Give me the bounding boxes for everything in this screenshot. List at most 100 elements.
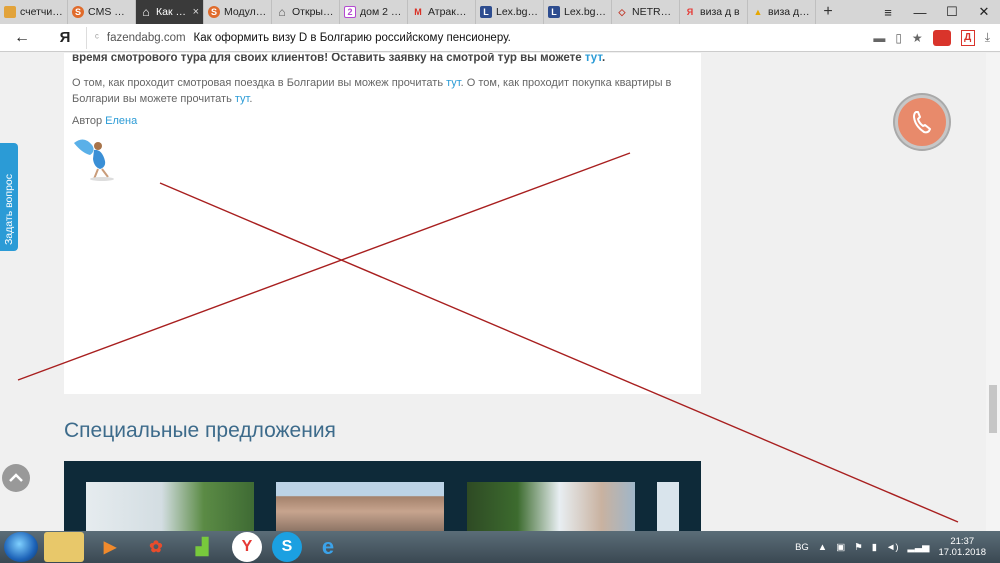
flag-icon[interactable]: ⚑ <box>854 542 863 553</box>
tray-expand-icon[interactable]: ▲ <box>818 542 827 553</box>
tab-label: NETROX <box>632 6 675 18</box>
tab-0[interactable]: счетчик – <box>0 0 68 24</box>
extension-d-icon[interactable]: Д <box>960 29 975 46</box>
lead-end: . <box>601 53 606 64</box>
author-line: Автор Елена <box>72 115 693 127</box>
scrollbar-thumb[interactable] <box>989 385 997 433</box>
chevron-up-icon <box>9 473 23 482</box>
tab-label: Открытие <box>292 6 335 18</box>
volume-icon[interactable]: ◄) <box>886 542 899 553</box>
lead-text: время смотрового тура для своих клиентов… <box>72 53 585 64</box>
tab-label: Модуль с <box>224 6 267 18</box>
comment-icon[interactable]: ▬ <box>873 31 885 45</box>
file-explorer-icon[interactable] <box>44 532 84 562</box>
skype-icon[interactable]: S <box>272 532 302 562</box>
close-window-icon[interactable]: ✕ <box>968 0 1000 24</box>
lead-paragraph: время смотрового тура для своих клиентов… <box>72 53 693 67</box>
clock[interactable]: 21:37 17.01.2018 <box>938 536 986 558</box>
lock-icon[interactable]: ▯ <box>895 31 902 45</box>
extension-red-icon[interactable] <box>932 29 951 46</box>
offer-card-2[interactable] <box>276 482 444 531</box>
tab-3[interactable]: S Модуль с <box>204 0 272 24</box>
tab-label: виза д в <box>700 6 740 18</box>
tab-label: Как оф <box>156 6 189 18</box>
tab-label: счетчик – <box>20 6 63 18</box>
author-avatar <box>74 139 114 181</box>
author-label: Автор <box>72 115 106 127</box>
phone-icon <box>913 111 931 134</box>
offer-card-4-partial[interactable] <box>657 482 679 531</box>
offer-card-3[interactable] <box>467 482 635 531</box>
ask-question-label: Задать вопрос <box>3 173 15 245</box>
para-link-1[interactable]: тут <box>446 77 460 89</box>
back-button[interactable]: ← <box>0 29 44 47</box>
s-logo-icon: S <box>72 6 84 18</box>
minimize-icon[interactable]: — <box>904 0 936 24</box>
two-badge-icon: 2 <box>344 6 356 18</box>
tab-label: дом 2 свс <box>360 6 403 18</box>
tab-4[interactable]: ⌂ Открытие <box>272 0 340 24</box>
browser-menu-icon[interactable]: ≡ <box>872 0 904 24</box>
system-tray: BG ▲ ▣ ⚑ ▮ ◄) ▂▃▅ 21:37 17.01.2018 <box>795 536 1000 558</box>
ask-question-tab[interactable]: Задать вопрос <box>0 143 18 251</box>
tab-9[interactable]: ◇ NETROX <box>612 0 680 24</box>
tab-8[interactable]: L Lex.bg - З <box>544 0 612 24</box>
clock-date: 17.01.2018 <box>938 547 986 558</box>
reload-icon[interactable]: ᶜ <box>95 32 99 44</box>
tab-1[interactable]: S CMS Sitel <box>68 0 136 24</box>
special-offers-carousel <box>64 461 701 531</box>
offer-card-1[interactable] <box>86 482 254 531</box>
article-card: время смотрового тура для своих клиентов… <box>64 53 701 394</box>
image-icon: ▲ <box>753 7 763 17</box>
start-button[interactable] <box>4 532 38 562</box>
new-tab-button[interactable]: + <box>816 0 840 24</box>
gmail-icon: M <box>414 7 422 17</box>
internet-explorer-icon[interactable]: e <box>308 532 348 562</box>
bar-chart-icon <box>4 6 16 18</box>
author-link[interactable]: Елена <box>105 115 137 127</box>
media-player-icon[interactable]: ▶ <box>90 532 130 562</box>
call-button[interactable] <box>895 95 949 149</box>
tab-2-active[interactable]: ⌂ Как оф × <box>136 0 204 24</box>
battery-icon[interactable]: ▮ <box>872 542 877 553</box>
close-tab-icon[interactable]: × <box>193 6 199 18</box>
download-icon[interactable]: ⤓ <box>985 30 990 45</box>
netrox-icon: ◇ <box>618 6 626 17</box>
page-scrollbar[interactable] <box>986 53 1000 531</box>
language-indicator[interactable]: BG <box>795 542 809 553</box>
tab-label: CMS Sitel <box>88 6 131 18</box>
video-reel-icon[interactable]: ✿ <box>136 532 176 562</box>
page-title-in-url: Как оформить визу D в Болгарию российско… <box>193 31 511 44</box>
tab-6[interactable]: M Атрактив <box>408 0 476 24</box>
para-text: О том, как проходит смотровая поездка в … <box>72 77 447 89</box>
lead-link[interactable]: тут <box>585 53 602 64</box>
network-icon[interactable]: ▂▃▅ <box>908 542 930 553</box>
yandex-browser-icon[interactable]: Y <box>232 532 262 562</box>
clock-time: 21:37 <box>950 536 975 547</box>
url-field[interactable]: ᶜ fazendabg.com Как оформить визу D в Бо… <box>86 26 873 49</box>
tab-7[interactable]: L Lex.bg - З <box>476 0 544 24</box>
lex-icon: L <box>548 6 560 18</box>
info-paragraph: О том, как проходит смотровая поездка в … <box>72 75 693 107</box>
tab-5[interactable]: 2 дом 2 свс <box>340 0 408 24</box>
tab-11[interactable]: ▲ виза д в С <box>748 0 816 24</box>
tab-label: Атрактив <box>428 6 471 18</box>
scroll-to-top-button[interactable] <box>2 464 30 492</box>
tab-label: Lex.bg - З <box>496 6 539 18</box>
tray-app-icon[interactable]: ▣ <box>836 542 845 553</box>
window-controls: ≡ — ☐ ✕ <box>872 0 1000 24</box>
windows-taskbar: ▶ ✿ ▟ Y S e BG ▲ ▣ ⚑ ▮ ◄) ▂▃▅ 21:37 17.0… <box>0 531 1000 563</box>
address-bar-actions: ▬ ▯ ★ Д ⤓ <box>873 29 1000 46</box>
page-viewport: время смотрового тура для своих клиентов… <box>0 53 986 531</box>
para-text: . <box>249 93 253 105</box>
maximize-icon[interactable]: ☐ <box>936 0 968 24</box>
s-logo-icon: S <box>208 6 220 18</box>
tab-label: Lex.bg - З <box>564 6 607 18</box>
browser-tab-strip: счетчик – S CMS Sitel ⌂ Как оф × S Модуль с … <box>0 0 1000 24</box>
chart-app-icon[interactable]: ▟ <box>182 532 222 562</box>
tab-10[interactable]: Явиза д в <box>680 0 748 24</box>
yandex-logo-button[interactable]: Я <box>44 29 86 46</box>
bookmark-star-icon[interactable]: ★ <box>912 31 923 45</box>
url-domain: fazendabg.com <box>106 31 186 44</box>
para-link-2[interactable]: тут <box>235 93 249 105</box>
